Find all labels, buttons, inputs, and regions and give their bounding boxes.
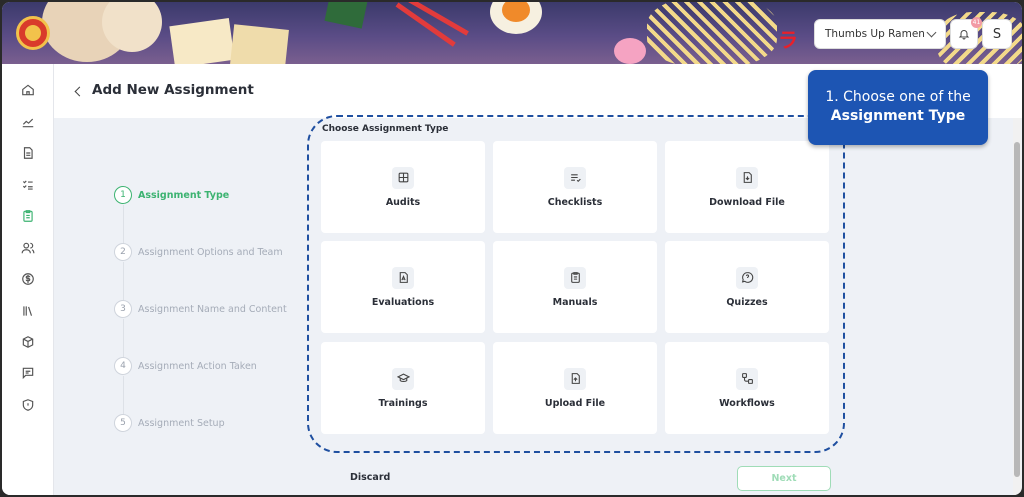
banner-decoration: [647, 2, 777, 64]
scrollbar-thumb[interactable]: [1014, 142, 1020, 477]
sidebar-item-analytics[interactable]: [20, 114, 36, 130]
step-number: 5: [114, 414, 132, 432]
sidebar-item-billing[interactable]: [20, 271, 36, 287]
step-assignment-name[interactable]: 3 Assignment Name and Content: [114, 300, 287, 318]
sidebar-item-documents[interactable]: [20, 145, 36, 161]
step-assignment-type[interactable]: 1 Assignment Type: [114, 186, 229, 204]
callout-line-2: Assignment Type: [830, 108, 966, 124]
sidebar-item-assignments[interactable]: [20, 208, 36, 224]
sidebar: [2, 64, 54, 495]
app-window: ラ Thumbs Up Ramen 41 S Add New Assignmen…: [2, 2, 1022, 495]
step-assignment-setup[interactable]: 5 Assignment Setup: [114, 414, 225, 432]
step-label: Assignment Options and Team: [138, 246, 283, 258]
step-label: Assignment Action Taken: [138, 360, 257, 372]
sidebar-item-inventory[interactable]: [20, 334, 36, 350]
banner-decoration: [324, 2, 368, 29]
callout-line-1: 1. Choose one of the: [825, 89, 971, 105]
step-label: Assignment Name and Content: [138, 303, 287, 315]
sidebar-item-users[interactable]: [20, 240, 36, 256]
document-icon: [23, 147, 33, 159]
step-label: Assignment Setup: [138, 417, 225, 429]
banner-decoration: [169, 18, 235, 64]
notification-badge: 41: [971, 17, 982, 28]
step-assignment-action[interactable]: 4 Assignment Action Taken: [114, 357, 257, 375]
sidebar-item-security[interactable]: [20, 397, 36, 413]
step-number: 2: [114, 243, 132, 261]
back-icon[interactable]: [74, 86, 85, 97]
avatar[interactable]: S: [982, 19, 1012, 49]
next-button[interactable]: Next: [737, 466, 831, 491]
logo-emblem: [25, 25, 41, 41]
step-number: 1: [114, 186, 132, 204]
shield-icon: [22, 399, 34, 411]
header-banner: ラ Thumbs Up Ramen 41 S: [2, 2, 1022, 64]
message-icon: [22, 367, 34, 380]
step-label: Assignment Type: [138, 189, 230, 201]
users-icon: [21, 242, 35, 254]
dollar-icon: [22, 273, 34, 285]
discard-button[interactable]: Discard: [350, 472, 390, 483]
assignments-icon: [23, 210, 33, 222]
chevron-down-icon: [926, 27, 937, 37]
sidebar-item-tasks[interactable]: [20, 177, 36, 193]
banner-decoration: [230, 24, 289, 64]
sidebar-item-library[interactable]: [20, 303, 36, 319]
brand-logo[interactable]: [16, 16, 50, 50]
step-number: 4: [114, 357, 132, 375]
step-assignment-options[interactable]: 2 Assignment Options and Team: [114, 243, 283, 261]
sidebar-item-messages[interactable]: [20, 365, 36, 381]
page-title: Add New Assignment: [92, 82, 254, 98]
sidebar-item-home[interactable]: [20, 82, 36, 98]
stepper-connector: [123, 376, 124, 415]
stepper-connector: [123, 319, 124, 358]
tasks-icon: [22, 180, 33, 190]
analytics-icon: [22, 118, 34, 128]
notifications-button[interactable]: 41: [950, 17, 982, 49]
brand-selector[interactable]: Thumbs Up Ramen: [814, 19, 946, 49]
library-icon: [23, 306, 33, 316]
tutorial-callout: 1. Choose one of the Assignment Type: [808, 70, 988, 145]
stepper-connector: [123, 262, 124, 301]
banner-decoration: [614, 38, 646, 64]
brand-selector-value: Thumbs Up Ramen: [825, 28, 925, 40]
step-number: 3: [114, 300, 132, 318]
highlight-outline: [307, 115, 845, 453]
stepper-connector: [123, 205, 124, 244]
home-icon: [22, 84, 34, 96]
bell-icon: [958, 30, 970, 40]
box-icon: [22, 336, 34, 348]
brand-mark: ラ: [778, 28, 798, 52]
